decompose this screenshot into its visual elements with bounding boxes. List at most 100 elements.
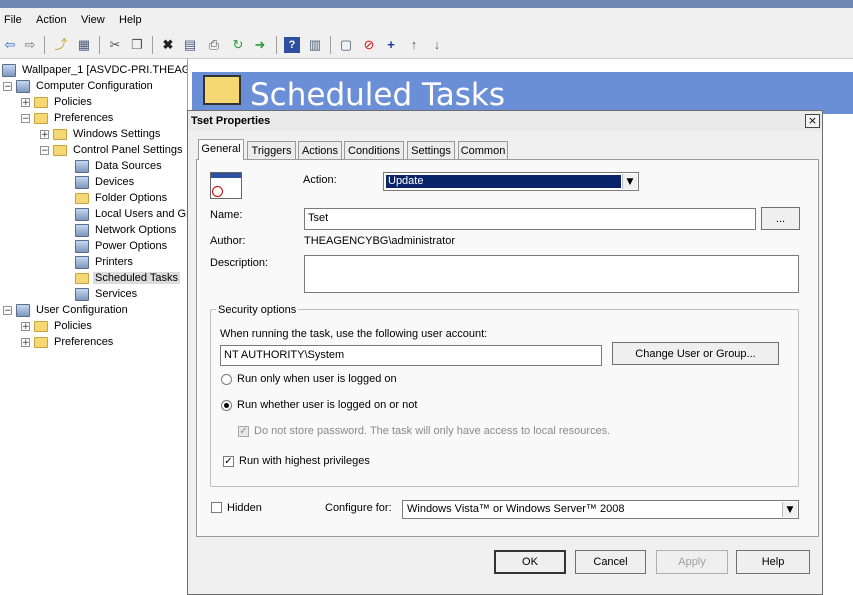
- print-icon[interactable]: ⎙: [206, 37, 222, 53]
- add-icon[interactable]: +: [383, 37, 399, 53]
- tree-user-configuration[interactable]: − User Configuration: [3, 302, 130, 318]
- window-title-bar: [0, 0, 853, 8]
- tab-conditions[interactable]: Conditions: [344, 141, 404, 159]
- tree-windows-settings[interactable]: + Windows Settings: [40, 126, 162, 142]
- delete-icon[interactable]: ✖: [160, 37, 176, 53]
- up-folder-icon[interactable]: ⤴: [53, 37, 69, 53]
- collapse-icon[interactable]: −: [21, 113, 30, 123]
- refresh-icon[interactable]: ↻: [230, 37, 246, 53]
- name-input[interactable]: Tset: [304, 208, 756, 230]
- back-icon[interactable]: ⇦: [2, 37, 18, 53]
- menu-file[interactable]: File: [4, 14, 22, 26]
- name-label: Name:: [210, 209, 243, 221]
- toolbar: ⇦ ⇨ ⤴ ▦ ✂ ❐ ✖ ▤ ⎙ ↻ ➜ ? ▥ ▢ ⊘ + ↑ ↓: [0, 33, 853, 59]
- tree-policies[interactable]: + Policies: [21, 94, 94, 110]
- tree-user-preferences[interactable]: + Preferences: [21, 334, 115, 350]
- toolbar-separator: [330, 36, 331, 54]
- radio-whether-logged-on[interactable]: [221, 400, 232, 411]
- author-label: Author:: [210, 235, 246, 247]
- tree-computer-configuration[interactable]: − Computer Configuration: [3, 78, 155, 94]
- expand-icon[interactable]: +: [21, 97, 30, 107]
- change-user-button[interactable]: Change User or Group...: [612, 342, 779, 365]
- menu-bar: File Action View Help: [0, 8, 853, 33]
- chevron-down-icon[interactable]: ▼: [622, 174, 637, 189]
- tab-common[interactable]: Common: [458, 141, 508, 159]
- action-select[interactable]: Update ▼: [383, 172, 639, 191]
- tree-scheduled-tasks[interactable]: Scheduled Tasks: [75, 270, 180, 286]
- move-down-icon[interactable]: ↓: [429, 37, 445, 53]
- dialog-title-bar[interactable]: [188, 111, 822, 131]
- tree-services[interactable]: Services: [75, 286, 139, 302]
- help-button[interactable]: Help: [736, 550, 810, 574]
- properties-icon[interactable]: ▤: [182, 37, 198, 53]
- forward-icon[interactable]: ⇨: [22, 37, 38, 53]
- folder-options-icon: [75, 192, 89, 204]
- user-account-input[interactable]: NT AUTHORITY\System: [220, 345, 602, 366]
- tree-data-sources[interactable]: Data Sources: [75, 158, 164, 174]
- tree-power-options[interactable]: Power Options: [75, 238, 169, 254]
- chevron-down-icon[interactable]: ▼: [782, 502, 797, 517]
- expand-icon[interactable]: +: [40, 129, 49, 139]
- move-up-icon[interactable]: ↑: [406, 37, 422, 53]
- tree-root[interactable]: Wallpaper_1 [ASVDC-PRI.THEAGENCYBG.LOCAL…: [2, 62, 187, 78]
- action-label: Action:: [303, 174, 337, 186]
- toolbar-separator: [152, 36, 153, 54]
- cancel-button[interactable]: Cancel: [575, 550, 646, 574]
- scheduled-tasks-large-icon: [203, 75, 241, 105]
- ok-button[interactable]: OK: [494, 550, 566, 574]
- folder-icon: [34, 336, 48, 348]
- toolbar-separator: [99, 36, 100, 54]
- expand-icon[interactable]: +: [21, 321, 30, 331]
- console-icon[interactable]: ▥: [307, 37, 323, 53]
- tree-printers[interactable]: Printers: [75, 254, 135, 270]
- collapse-icon[interactable]: −: [40, 145, 49, 155]
- tab-actions[interactable]: Actions: [298, 141, 342, 159]
- tree-local-users-and-groups[interactable]: Local Users and Groups: [75, 206, 187, 222]
- menu-action[interactable]: Action: [36, 14, 67, 26]
- description-label: Description:: [210, 257, 269, 269]
- highest-privileges-checkbox[interactable]: ✓: [223, 456, 234, 467]
- new-icon[interactable]: ▢: [338, 37, 354, 53]
- show-tree-icon[interactable]: ▦: [76, 37, 92, 53]
- services-icon: [75, 287, 89, 301]
- user-icon: [16, 303, 30, 317]
- menu-view[interactable]: View: [81, 14, 105, 26]
- stop-icon[interactable]: ⊘: [361, 37, 377, 53]
- tree-control-panel-settings[interactable]: − Control Panel Settings: [40, 142, 184, 158]
- printer-icon: [75, 255, 89, 269]
- data-sources-icon: [75, 159, 89, 173]
- cut-icon[interactable]: ✂: [107, 37, 123, 53]
- tab-settings[interactable]: Settings: [407, 141, 455, 159]
- dont-store-password-checkbox[interactable]: ✓: [238, 426, 249, 437]
- tree-user-policies[interactable]: + Policies: [21, 318, 94, 334]
- tree-network-options[interactable]: Network Options: [75, 222, 178, 238]
- user-account-prompt: When running the task, use the following…: [220, 328, 488, 340]
- configure-for-value: Windows Vista™ or Windows Server™ 2008: [407, 503, 625, 515]
- export-icon[interactable]: ➜: [252, 37, 268, 53]
- menu-help[interactable]: Help: [119, 14, 142, 26]
- tree-folder-options[interactable]: Folder Options: [75, 190, 169, 206]
- devices-icon: [75, 175, 89, 189]
- configure-for-select[interactable]: Windows Vista™ or Windows Server™ 2008 ▼: [402, 500, 799, 519]
- hidden-label: Hidden: [227, 502, 262, 514]
- tree-devices[interactable]: Devices: [75, 174, 136, 190]
- radio-logged-on-label: Run only when user is logged on: [237, 373, 397, 385]
- copy-icon[interactable]: ❐: [129, 37, 145, 53]
- folder-icon: [53, 128, 67, 140]
- browse-button[interactable]: ...: [761, 207, 800, 230]
- expand-icon[interactable]: +: [21, 337, 30, 347]
- description-input[interactable]: [304, 255, 799, 293]
- tree-preferences[interactable]: − Preferences: [21, 110, 115, 126]
- close-icon[interactable]: ×: [805, 114, 820, 128]
- help-icon[interactable]: ?: [284, 37, 300, 53]
- tab-general[interactable]: General: [198, 139, 244, 160]
- dialog-title: Tset Properties: [191, 115, 271, 127]
- hidden-checkbox[interactable]: [211, 502, 222, 513]
- collapse-icon[interactable]: −: [3, 305, 12, 315]
- tab-triggers[interactable]: Triggers: [247, 141, 296, 159]
- apply-button[interactable]: Apply: [656, 550, 728, 574]
- folder-icon: [53, 144, 67, 156]
- radio-logged-on[interactable]: [221, 374, 232, 385]
- folder-icon: [34, 112, 48, 124]
- collapse-icon[interactable]: −: [3, 81, 12, 91]
